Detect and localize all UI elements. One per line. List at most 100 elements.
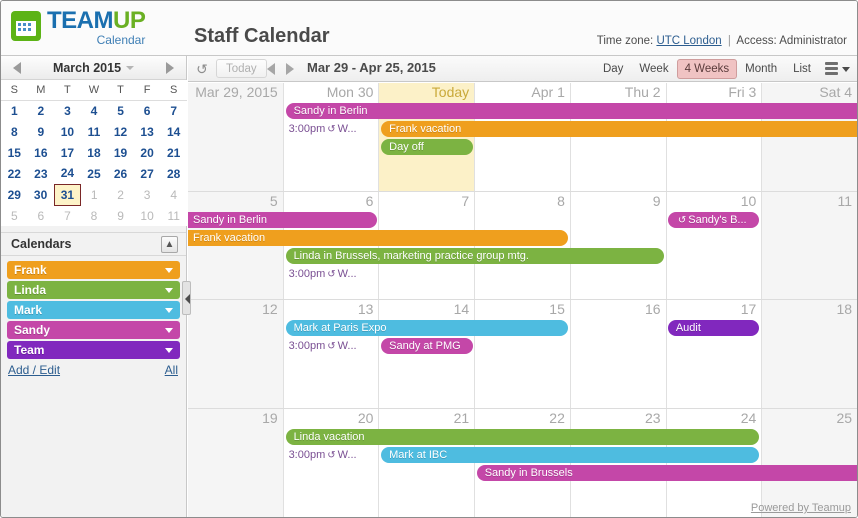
mini-cal-day-cell[interactable]: 18 [81, 142, 108, 163]
day-cell[interactable]: 16 [571, 300, 667, 408]
add-edit-link[interactable]: Add / Edit [8, 363, 60, 377]
day-cell[interactable]: 11 [762, 191, 857, 299]
mini-cal-day-cell[interactable]: 15 [1, 142, 28, 163]
day-cell[interactable]: 20 [284, 408, 380, 517]
mini-cal-day-cell[interactable]: 9 [28, 121, 55, 142]
mini-cal-day-cell[interactable]: 8 [81, 205, 108, 226]
collapse-up-icon[interactable]: ▲ [161, 236, 178, 253]
app-logo[interactable]: TEAMUP Calendar [11, 9, 146, 46]
mini-cal-day-cell[interactable]: 17 [54, 142, 81, 163]
calendar-event[interactable]: ↺ Sandy's B... [667, 211, 760, 228]
prev-period-icon[interactable] [267, 63, 275, 75]
day-cell[interactable]: 10 [667, 191, 763, 299]
powered-by-link[interactable]: Powered by Teamup [751, 502, 851, 514]
calendar-item-frank[interactable]: Frank [7, 261, 180, 279]
mini-cal-day-cell[interactable]: 1 [81, 184, 108, 205]
mini-cal-day-cell[interactable]: 21 [160, 142, 187, 163]
mini-cal-day-cell[interactable]: 10 [54, 121, 81, 142]
calendar-item-sandy[interactable]: Sandy [7, 321, 180, 339]
refresh-icon[interactable]: ↺ [192, 59, 212, 79]
day-cell[interactable]: 21 [379, 408, 476, 517]
today-button[interactable]: Today [216, 59, 267, 78]
calendar-event[interactable]: Sandy in Berlin [285, 103, 857, 119]
mini-cal-day-cell[interactable]: 26 [107, 163, 134, 184]
mini-cal-day-cell[interactable]: 1 [1, 100, 28, 121]
timezone-link[interactable]: UTC London [656, 35, 721, 47]
mini-cal-day-cell[interactable]: 27 [134, 163, 161, 184]
calendar-event[interactable]: Frank vacation [381, 121, 857, 137]
day-cell[interactable]: 24 [667, 408, 763, 517]
mini-cal-month-title[interactable]: March 2015 [53, 61, 121, 75]
calendar-item-mark[interactable]: Mark [7, 301, 180, 319]
mini-cal-day-cell[interactable]: 22 [1, 163, 28, 184]
mini-cal-day-cell[interactable]: 13 [134, 121, 161, 142]
calendar-event[interactable]: Audit [667, 320, 760, 336]
mini-cal-prev-month-icon[interactable] [13, 62, 21, 74]
view-tab-month[interactable]: Month [737, 59, 785, 79]
mini-cal-day-cell[interactable]: 9 [107, 205, 134, 226]
calendar-item-team[interactable]: Team [7, 341, 180, 359]
mini-cal-day-cell[interactable]: 4 [160, 184, 187, 205]
view-tab-4-weeks[interactable]: 4 Weeks [676, 59, 738, 79]
day-cell[interactable]: 12 [188, 300, 284, 408]
mini-cal-day-cell[interactable]: 10 [134, 205, 161, 226]
mini-cal-day-cell[interactable]: 7 [160, 100, 187, 121]
view-tab-list[interactable]: List [785, 59, 819, 79]
mini-cal-day-cell[interactable]: 14 [160, 121, 187, 142]
chevron-down-icon[interactable] [165, 288, 173, 293]
calendar-event[interactable]: Mark at Paris Expo [285, 320, 569, 336]
mini-cal-day-cell[interactable]: 23 [28, 163, 55, 184]
day-cell[interactable]: 23 [571, 408, 667, 517]
day-cell[interactable]: 22 [475, 408, 571, 517]
timed-calendar-event[interactable]: 3:00pm ↺ W... [286, 338, 376, 354]
mini-cal-day-cell[interactable]: 19 [107, 142, 134, 163]
mini-cal-day-cell[interactable]: 4 [81, 100, 108, 121]
view-tab-week[interactable]: Week [631, 59, 676, 79]
mini-cal-day-cell[interactable]: 6 [134, 100, 161, 121]
mini-cal-day-cell[interactable]: 16 [28, 142, 55, 163]
mini-cal-day-cell[interactable]: 3 [54, 100, 81, 121]
day-cell[interactable]: 25 [762, 408, 857, 517]
day-cell[interactable]: 17 [667, 300, 763, 408]
mini-cal-next-month-icon[interactable] [166, 62, 174, 74]
mini-cal-day-cell[interactable]: 20 [134, 142, 161, 163]
day-cell[interactable]: 18 [762, 300, 857, 408]
day-cell[interactable]: 15 [475, 300, 571, 408]
mini-cal-day-cell[interactable]: 11 [160, 205, 187, 226]
chevron-down-icon[interactable] [165, 328, 173, 333]
mini-cal-day-cell[interactable]: 29 [1, 184, 28, 205]
calendar-item-linda[interactable]: Linda [7, 281, 180, 299]
mini-cal-day-cell[interactable]: 2 [28, 100, 55, 121]
mini-cal-day-cell[interactable]: 25 [81, 163, 108, 184]
timed-calendar-event[interactable]: 3:00pm ↺ W... [286, 447, 376, 463]
mini-cal-day-cell[interactable]: 11 [81, 121, 108, 142]
mini-cal-day-cell[interactable]: 8 [1, 121, 28, 142]
chevron-down-icon[interactable] [165, 268, 173, 273]
day-cell[interactable]: 9 [571, 191, 667, 299]
mini-cal-today-cell[interactable]: 31 [53, 183, 82, 206]
calendar-event[interactable]: Sandy in Brussels [476, 464, 857, 481]
hamburger-menu-icon[interactable] [825, 61, 850, 77]
next-period-icon[interactable] [286, 63, 294, 75]
calendar-event[interactable]: Day off [381, 139, 473, 155]
mini-cal-day-cell[interactable]: 6 [28, 205, 55, 226]
calendar-event[interactable]: Linda vacation [285, 428, 760, 445]
select-all-link[interactable]: All [165, 363, 178, 377]
sidebar-collapse-handle[interactable] [182, 281, 191, 315]
mini-cal-day-cell[interactable]: 12 [107, 121, 134, 142]
chevron-down-icon[interactable] [165, 348, 173, 353]
mini-cal-day-cell[interactable]: 3 [134, 184, 161, 205]
calendar-event[interactable]: Sandy at PMG [381, 338, 473, 354]
calendar-event[interactable]: Mark at IBC [381, 446, 760, 463]
chevron-down-icon[interactable] [126, 65, 135, 70]
mini-cal-day-cell[interactable]: 24 [54, 163, 81, 184]
mini-cal-day-cell[interactable]: 30 [28, 184, 55, 205]
mini-cal-day-cell[interactable]: 5 [1, 205, 28, 226]
day-cell[interactable]: Mar 29, 2015 [188, 83, 284, 191]
chevron-down-icon[interactable] [165, 308, 173, 313]
mini-cal-day-cell[interactable]: 28 [160, 163, 187, 184]
timed-calendar-event[interactable]: 3:00pm ↺ W... [286, 121, 376, 137]
mini-cal-day-cell[interactable]: 2 [107, 184, 134, 205]
calendar-event[interactable]: Frank vacation [188, 229, 569, 246]
mini-cal-day-cell[interactable]: 7 [54, 205, 81, 226]
